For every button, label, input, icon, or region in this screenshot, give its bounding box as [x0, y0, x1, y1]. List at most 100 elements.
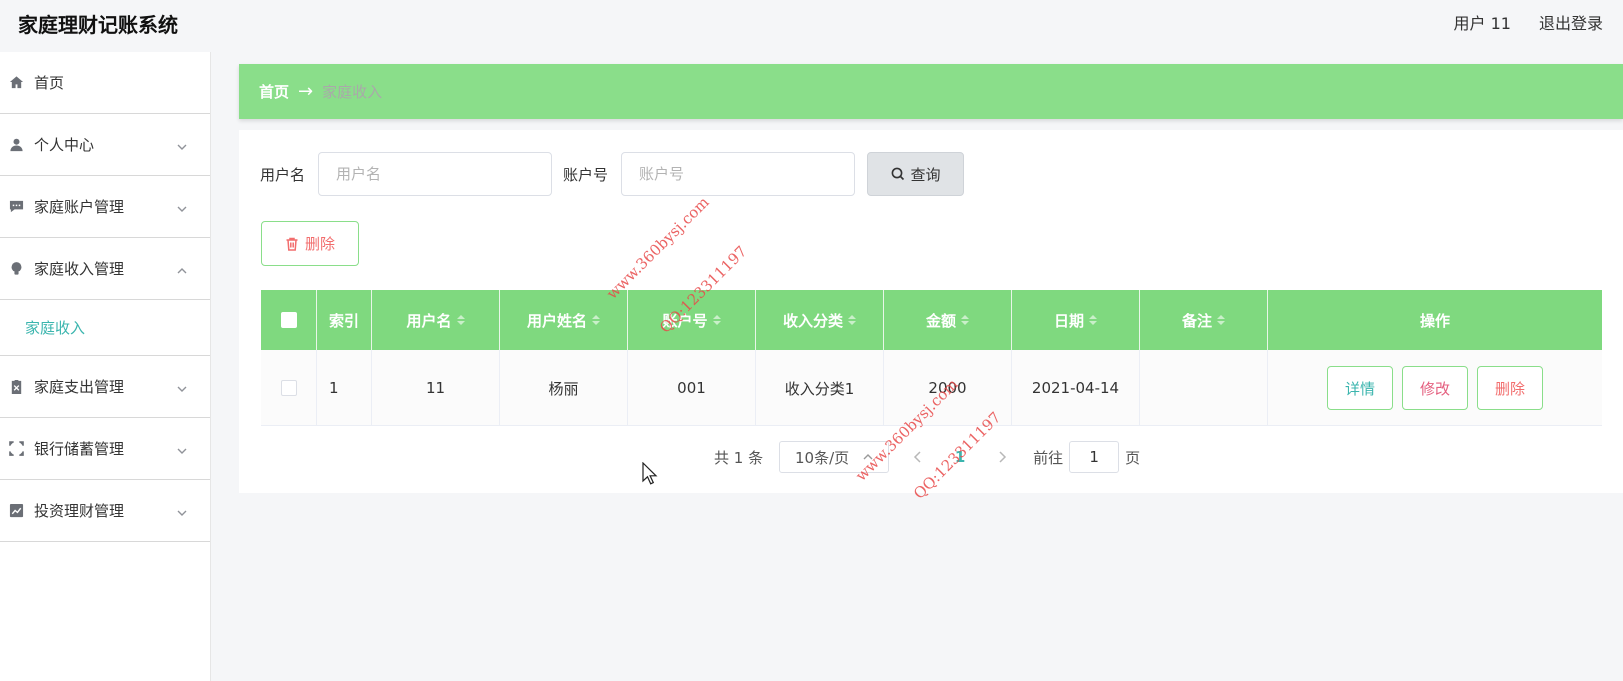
column-header-label: 备注	[1181, 311, 1212, 330]
sidebar-subitem-family-income[interactable]: 家庭收入	[0, 300, 210, 356]
trash-icon	[286, 237, 298, 251]
chevron-down-icon	[176, 201, 188, 213]
select-all-cell	[261, 290, 317, 350]
sidebar-item-family-account[interactable]: 家庭账户管理	[0, 176, 210, 238]
cell-actions: 详情 修改 删除	[1268, 350, 1602, 426]
cell-category: 收入分类1	[756, 350, 884, 426]
clipboard-icon	[8, 379, 24, 395]
edit-button[interactable]: 修改	[1402, 366, 1468, 410]
column-header-username[interactable]: 用户名	[372, 290, 500, 350]
chevron-down-icon	[176, 505, 188, 517]
header-user-area: 用户 11 退出登录	[1454, 10, 1603, 34]
sidebar-item-bank-savings[interactable]: 银行储蓄管理	[0, 418, 210, 480]
column-header-note[interactable]: 备注	[1140, 290, 1268, 350]
chevron-down-icon	[176, 443, 188, 455]
table-body: 1 11 杨丽 001 收入分类1 2000 2021-04-14 详情 修改 …	[261, 350, 1602, 426]
fullscreen-icon	[8, 441, 24, 457]
sidebar-item-label: 家庭支出管理	[34, 378, 125, 396]
breadcrumb-current: 家庭收入	[322, 83, 383, 101]
logout-link[interactable]: 退出登录	[1539, 10, 1603, 34]
sort-caret-icon[interactable]	[961, 315, 969, 325]
sidebar-item-investment[interactable]: 投资理财管理	[0, 480, 210, 542]
pagination-total: 共 1 条	[714, 448, 764, 467]
sort-caret-icon[interactable]	[592, 315, 600, 325]
select-all-checkbox[interactable]	[280, 312, 297, 328]
chevron-right-icon	[999, 451, 1007, 463]
column-header-actions: 操作	[1268, 290, 1602, 350]
cell-index: 1	[317, 350, 372, 426]
sidebar: 首页 个人中心 家庭账户管理 家庭收入管理 家庭收入 家庭支出管理 银行储蓄管理	[0, 52, 211, 681]
page-size-value: 10条/页	[795, 448, 850, 467]
column-header-label: 日期	[1053, 311, 1084, 330]
cell-username: 11	[372, 350, 500, 426]
goto-page-input[interactable]	[1069, 441, 1120, 473]
income-table: 索引 用户名 用户姓名 账户号 收入分类 金额 日期 备注 操作 1 11 杨丽…	[261, 290, 1602, 426]
sidebar-item-home[interactable]: 首页	[0, 52, 210, 114]
page-unit-label: 页	[1125, 448, 1141, 467]
column-header-label: 用户姓名	[526, 311, 587, 330]
column-header-label: 金额	[925, 311, 956, 330]
column-header-amount[interactable]: 金额	[884, 290, 1012, 350]
chevron-up-icon	[863, 454, 873, 460]
column-header-fullname[interactable]: 用户姓名	[500, 290, 628, 350]
next-page-button[interactable]	[987, 442, 1017, 472]
page-size-select[interactable]: 10条/页	[779, 441, 890, 473]
sidebar-item-label: 个人中心	[34, 136, 95, 154]
detail-button[interactable]: 详情	[1327, 366, 1393, 410]
message-icon	[8, 199, 24, 215]
search-icon	[891, 167, 904, 181]
app-title: 家庭理财记账系统	[18, 13, 178, 37]
goto-label: 前往	[1033, 448, 1064, 467]
sort-caret-icon[interactable]	[1217, 315, 1225, 325]
page-number-current[interactable]: 1	[945, 448, 975, 466]
account-search-input[interactable]	[621, 152, 856, 196]
table-header: 索引 用户名 用户姓名 账户号 收入分类 金额 日期 备注 操作	[261, 290, 1602, 350]
row-delete-button[interactable]: 删除	[1477, 366, 1543, 410]
table-row: 1 11 杨丽 001 收入分类1 2000 2021-04-14 详情 修改 …	[261, 350, 1602, 426]
home-icon	[8, 75, 24, 91]
column-header-label: 索引	[328, 311, 359, 330]
batch-delete-label: 删除	[304, 235, 335, 253]
column-header-label: 操作	[1419, 311, 1450, 330]
column-header-label: 用户名	[406, 311, 452, 330]
cell-amount: 2000	[884, 350, 1012, 426]
sidebar-item-label: 首页	[34, 74, 65, 92]
cell-fullname: 杨丽	[500, 350, 628, 426]
chart-icon	[8, 503, 24, 519]
cell-date: 2021-04-14	[1012, 350, 1140, 426]
sort-caret-icon[interactable]	[1089, 315, 1097, 325]
sidebar-item-label: 投资理财管理	[34, 502, 125, 520]
chevron-left-icon	[914, 451, 921, 463]
breadcrumb-home[interactable]: 首页	[259, 81, 289, 102]
query-button-label: 查询	[910, 165, 941, 184]
account-label: 账户号	[563, 165, 609, 184]
column-header-label: 收入分类	[782, 311, 843, 330]
sidebar-item-family-income[interactable]: 家庭收入管理	[0, 238, 210, 300]
sidebar-item-label: 家庭收入管理	[34, 260, 125, 278]
sort-caret-icon[interactable]	[712, 315, 721, 325]
sidebar-item-label: 银行储蓄管理	[34, 440, 125, 458]
sidebar-item-personal-center[interactable]: 个人中心	[0, 114, 210, 176]
mouse-cursor-icon	[642, 462, 658, 485]
username-search-input[interactable]	[318, 152, 553, 196]
prev-page-button[interactable]	[903, 442, 933, 472]
sidebar-item-family-expense[interactable]: 家庭支出管理	[0, 356, 210, 418]
top-header: 家庭理财记账系统 用户 11 退出登录	[0, 0, 1623, 52]
bulb-icon	[8, 261, 24, 277]
current-user-label[interactable]: 用户 11	[1454, 10, 1511, 34]
column-header-account[interactable]: 账户号	[628, 290, 756, 350]
column-header-date[interactable]: 日期	[1012, 290, 1140, 350]
batch-delete-button[interactable]: 删除	[261, 221, 359, 266]
sort-caret-icon[interactable]	[848, 315, 856, 325]
row-checkbox[interactable]	[280, 380, 297, 396]
sort-caret-icon[interactable]	[456, 315, 465, 325]
query-button[interactable]: 查询	[867, 152, 965, 196]
column-header-category[interactable]: 收入分类	[756, 290, 884, 350]
row-select-cell	[261, 350, 317, 426]
chevron-up-icon	[176, 263, 188, 275]
sidebar-item-label: 家庭账户管理	[34, 198, 125, 216]
chevron-down-icon	[176, 381, 188, 393]
column-header-index: 索引	[317, 290, 372, 350]
content-panel: 用户名 账户号 查询 删除 索引 用户名 用户姓名 账户号 收入分类 金额 日期…	[239, 130, 1623, 493]
pagination: 共 1 条 10条/页 1 前往 页	[714, 441, 1140, 473]
